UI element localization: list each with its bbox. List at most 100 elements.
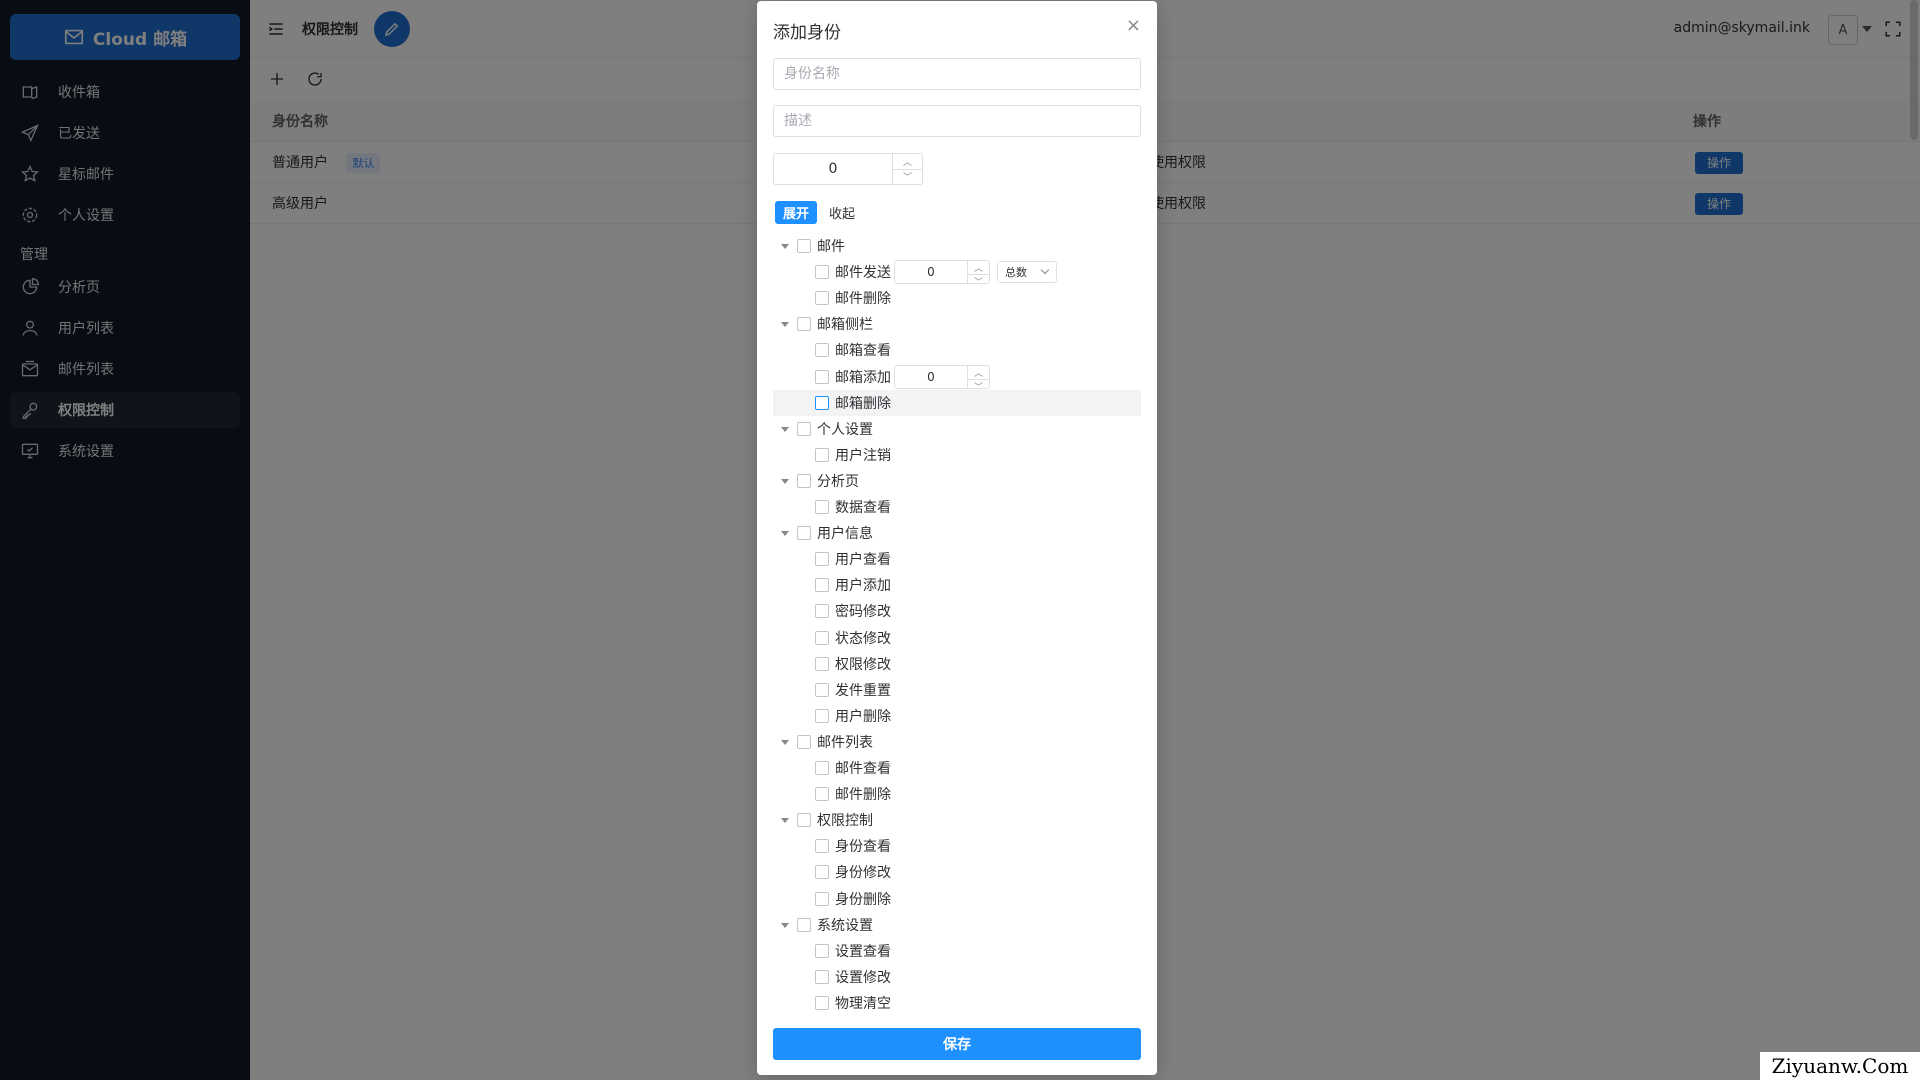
permission-label: 用户删除: [835, 709, 891, 725]
permission-checkbox[interactable]: [815, 291, 829, 305]
sort-value: 0: [828, 161, 838, 177]
permission-label: 数据查看: [835, 500, 891, 516]
tree-leaf[interactable]: 邮箱查看: [773, 337, 1141, 363]
caret-down-icon[interactable]: [781, 817, 789, 823]
permission-checkbox[interactable]: [815, 839, 829, 853]
permission-checkbox[interactable]: [815, 657, 829, 671]
increment-icon[interactable]: ︿: [968, 366, 989, 380]
tree-leaf[interactable]: 邮箱添加 0 ︿ ﹀: [773, 364, 1141, 393]
tree-leaf[interactable]: 用户注销: [773, 442, 1141, 468]
permission-label: 密码修改: [835, 604, 891, 620]
permission-checkbox[interactable]: [815, 370, 829, 384]
save-button[interactable]: 保存: [773, 1028, 1141, 1060]
decrement-icon[interactable]: ﹀: [893, 170, 922, 185]
increment-icon[interactable]: ︿: [968, 261, 989, 275]
permission-checkbox[interactable]: [797, 474, 811, 488]
permission-checkbox[interactable]: [815, 761, 829, 775]
permission-checkbox[interactable]: [815, 604, 829, 618]
close-icon[interactable]: ×: [1126, 15, 1141, 36]
tree-leaf[interactable]: 邮件查看: [773, 755, 1141, 781]
tree-leaf[interactable]: 密码修改: [773, 598, 1141, 624]
tree-group[interactable]: 邮件: [773, 233, 1141, 259]
tree-leaf[interactable]: 数据查看: [773, 494, 1141, 520]
watermark: Ziyuanw.Com: [1760, 1052, 1920, 1080]
permission-checkbox[interactable]: [815, 787, 829, 801]
permission-checkbox[interactable]: [815, 500, 829, 514]
description-input[interactable]: [773, 105, 1141, 137]
tree-leaf[interactable]: 邮箱删除: [773, 390, 1141, 416]
tree-leaf[interactable]: 邮件发送 0 ︿ ﹀ 总数: [773, 259, 1141, 288]
permission-label: 设置修改: [835, 970, 891, 986]
permission-label: 邮件查看: [835, 761, 891, 777]
caret-down-icon[interactable]: [781, 922, 789, 928]
tree-leaf[interactable]: 权限修改: [773, 651, 1141, 677]
permission-checkbox[interactable]: [797, 317, 811, 331]
sort-stepper[interactable]: 0 ︿ ﹀: [773, 153, 923, 185]
tree-leaf[interactable]: 身份删除: [773, 886, 1141, 912]
caret-down-icon[interactable]: [781, 426, 789, 432]
permission-checkbox[interactable]: [815, 396, 829, 410]
permission-checkbox[interactable]: [815, 944, 829, 958]
permission-checkbox[interactable]: [797, 526, 811, 540]
tree-leaf[interactable]: 发件重置: [773, 677, 1141, 703]
permission-checkbox[interactable]: [815, 265, 829, 279]
permission-checkbox[interactable]: [797, 422, 811, 436]
permission-checkbox[interactable]: [797, 735, 811, 749]
permission-label: 邮件: [817, 239, 845, 255]
permission-label: 邮件发送: [835, 265, 891, 281]
limit-type-select[interactable]: 总数: [997, 261, 1057, 283]
caret-down-icon[interactable]: [781, 321, 789, 327]
tree-leaf[interactable]: 设置修改: [773, 964, 1141, 990]
tree-leaf[interactable]: 邮件删除: [773, 285, 1141, 311]
tree-leaf[interactable]: 身份查看: [773, 833, 1141, 859]
collapse-all-button[interactable]: 收起: [823, 201, 861, 224]
tree-leaf[interactable]: 设置查看: [773, 938, 1141, 964]
permission-label: 设置查看: [835, 944, 891, 960]
tree-group[interactable]: 邮件列表: [773, 729, 1141, 755]
tree-leaf[interactable]: 用户添加: [773, 572, 1141, 598]
permission-label: 用户信息: [817, 526, 873, 542]
permission-label: 邮箱侧栏: [817, 317, 873, 333]
permission-label: 邮件删除: [835, 787, 891, 803]
permission-checkbox[interactable]: [815, 448, 829, 462]
increment-icon[interactable]: ︿: [893, 154, 922, 170]
tree-group[interactable]: 分析页: [773, 468, 1141, 494]
tree-leaf[interactable]: 物理清空: [773, 990, 1141, 1016]
role-name-input[interactable]: [773, 58, 1141, 90]
permission-checkbox[interactable]: [815, 996, 829, 1010]
permission-checkbox[interactable]: [797, 239, 811, 253]
permission-checkbox[interactable]: [815, 865, 829, 879]
permission-checkbox[interactable]: [815, 578, 829, 592]
permission-checkbox[interactable]: [815, 343, 829, 357]
permission-checkbox[interactable]: [815, 709, 829, 723]
tree-leaf[interactable]: 状态修改: [773, 625, 1141, 651]
permission-label: 个人设置: [817, 422, 873, 438]
tree-group[interactable]: 用户信息: [773, 520, 1141, 546]
caret-down-icon[interactable]: [781, 243, 789, 249]
permission-checkbox[interactable]: [815, 631, 829, 645]
tree-group[interactable]: 系统设置: [773, 912, 1141, 938]
tree-leaf[interactable]: 身份修改: [773, 859, 1141, 885]
permission-label: 邮箱添加: [835, 370, 891, 386]
permission-checkbox[interactable]: [815, 970, 829, 984]
limit-stepper[interactable]: 0 ︿ ﹀: [894, 365, 990, 393]
chevron-down-icon: [1040, 265, 1050, 275]
caret-down-icon[interactable]: [781, 739, 789, 745]
tree-group[interactable]: 邮箱侧栏: [773, 311, 1141, 337]
permission-checkbox[interactable]: [815, 683, 829, 697]
permission-label: 分析页: [817, 474, 859, 490]
tree-leaf[interactable]: 邮件删除: [773, 781, 1141, 807]
tree-leaf[interactable]: 用户删除: [773, 703, 1141, 729]
permission-checkbox[interactable]: [797, 813, 811, 827]
tree-group[interactable]: 权限控制: [773, 807, 1141, 833]
expand-all-button[interactable]: 展开: [775, 201, 818, 224]
permission-checkbox[interactable]: [815, 892, 829, 906]
caret-down-icon[interactable]: [781, 530, 789, 536]
permission-checkbox[interactable]: [797, 918, 811, 932]
caret-down-icon[interactable]: [781, 478, 789, 484]
permission-label: 用户查看: [835, 552, 891, 568]
limit-stepper[interactable]: 0 ︿ ﹀: [894, 260, 990, 288]
tree-leaf[interactable]: 用户查看: [773, 546, 1141, 572]
tree-group[interactable]: 个人设置: [773, 416, 1141, 442]
permission-checkbox[interactable]: [815, 552, 829, 566]
